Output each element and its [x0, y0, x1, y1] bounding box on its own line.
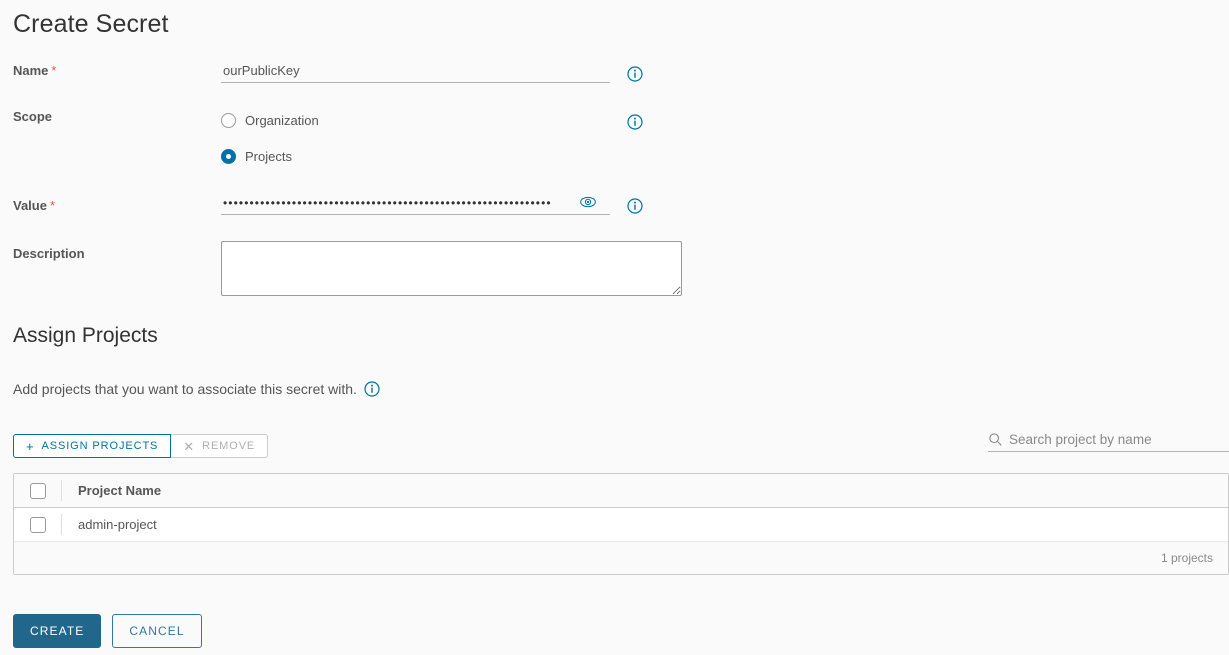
close-icon: ✕: [183, 438, 196, 454]
value-required-marker: *: [49, 198, 56, 213]
table-row[interactable]: admin-project: [14, 508, 1228, 542]
column-header-project-name: Project Name: [78, 483, 162, 498]
name-input[interactable]: [221, 61, 610, 83]
scope-label: Scope: [13, 109, 53, 124]
value-input[interactable]: [221, 193, 610, 215]
assign-projects-info-icon[interactable]: [364, 381, 380, 397]
search-icon: [988, 432, 1003, 447]
projects-toolbar: + ASSIGN PROJECTS ✕ REMOVE: [13, 434, 269, 458]
name-label: Name *: [13, 63, 56, 78]
remove-button[interactable]: ✕ REMOVE: [171, 434, 269, 458]
page-title: Create Secret: [13, 10, 169, 38]
description-textarea[interactable]: [221, 241, 682, 296]
search-input[interactable]: [1009, 432, 1229, 447]
assign-projects-heading: Assign Projects: [13, 324, 158, 347]
scope-info-icon[interactable]: [627, 114, 643, 130]
name-required-marker: *: [51, 63, 57, 78]
description-label: Description: [13, 246, 85, 261]
remove-button-label: REMOVE: [202, 440, 256, 452]
form-actions: CREATE CANCEL: [13, 614, 202, 648]
plus-icon: +: [26, 438, 35, 454]
row-select-cell: [14, 508, 62, 541]
radio-projects-label: Projects: [245, 149, 292, 164]
create-button[interactable]: CREATE: [13, 614, 102, 648]
radio-organization[interactable]: Organization: [221, 113, 319, 128]
assign-projects-button-label: ASSIGN PROJECTS: [41, 440, 159, 452]
row-checkbox[interactable]: [30, 516, 46, 533]
name-info-icon[interactable]: [627, 66, 643, 82]
eye-icon[interactable]: [579, 193, 597, 211]
assign-projects-helper: Add projects that you want to associate …: [13, 381, 380, 397]
table-footer: 1 projects: [14, 542, 1228, 574]
assign-projects-button[interactable]: + ASSIGN PROJECTS: [13, 434, 172, 458]
radio-organization-mark[interactable]: [221, 113, 236, 128]
cancel-button[interactable]: CANCEL: [112, 614, 202, 648]
cell-project-name: admin-project: [78, 517, 157, 532]
table-row-count: 1 projects: [1160, 551, 1213, 565]
assign-projects-helper-text: Add projects that you want to associate …: [13, 381, 357, 397]
radio-organization-label: Organization: [245, 113, 319, 128]
select-all-checkbox[interactable]: [30, 482, 46, 499]
value-label: Value *: [13, 198, 55, 213]
create-secret-page: Create Secret Name* Scope Organization P…: [0, 0, 1229, 655]
table-header-row: Project Name: [14, 474, 1228, 508]
value-label-text: Value: [13, 198, 47, 213]
project-search: [988, 432, 1229, 452]
select-all-cell: [14, 474, 62, 507]
radio-projects[interactable]: Projects: [221, 149, 292, 164]
radio-projects-mark[interactable]: [221, 149, 236, 164]
name-label-text: Name: [13, 63, 49, 78]
value-field-wrapper: [221, 193, 610, 215]
value-info-icon[interactable]: [627, 198, 643, 214]
projects-table: Project Name admin-project 1 projects: [13, 473, 1229, 575]
